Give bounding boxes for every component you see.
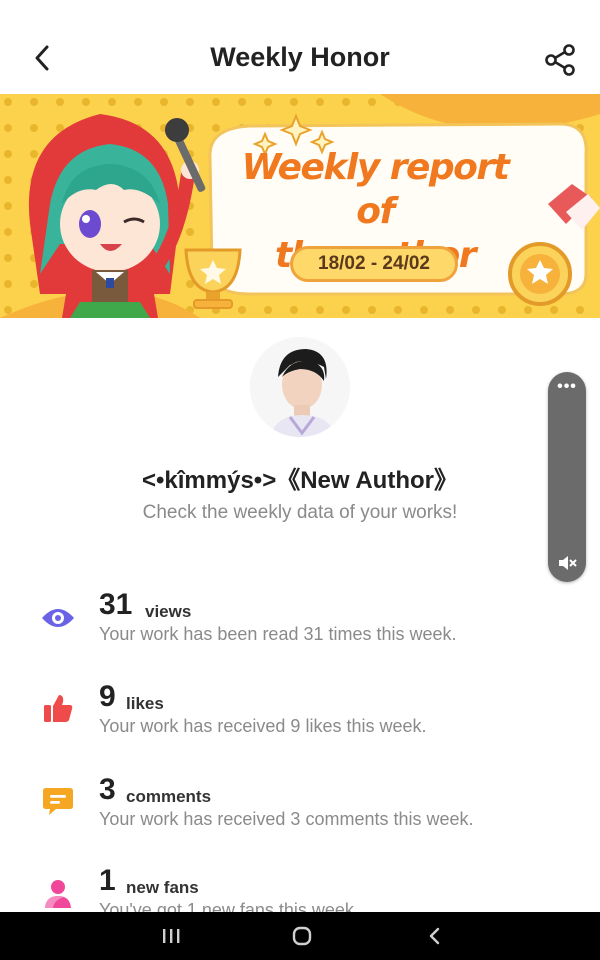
home-button[interactable]	[282, 924, 322, 948]
stat-value: 9	[99, 680, 116, 713]
recent-apps-button[interactable]	[151, 924, 191, 948]
eye-icon	[40, 600, 76, 636]
app-header: Weekly Honor	[0, 0, 600, 94]
stat-value: 31	[99, 588, 133, 621]
nav-back-button[interactable]	[414, 924, 454, 948]
stat-unit: likes	[126, 694, 164, 713]
nav-back-icon	[429, 927, 440, 945]
stat-comments: 3 comments Your work has received 3 comm…	[0, 775, 600, 855]
weekly-report-banner: Weekly report of the author 18/02 - 24/0…	[0, 94, 600, 318]
share-icon	[545, 44, 575, 76]
share-button[interactable]	[540, 40, 580, 80]
stat-unit: views	[145, 602, 192, 621]
fan-user-icon	[40, 876, 76, 912]
floating-side-widget[interactable]: •••	[548, 372, 586, 582]
stat-value: 3	[99, 773, 116, 806]
stat-likes: 9 likes Your work has received 9 likes t…	[0, 682, 600, 762]
thumbs-up-icon	[40, 690, 76, 726]
stat-description: Your work has received 3 comments this w…	[99, 809, 474, 829]
recent-apps-icon	[163, 929, 180, 943]
system-navigation-bar	[0, 912, 600, 960]
avatar[interactable]	[250, 337, 350, 437]
stat-views: 31 views Your work has been read 31 time…	[0, 590, 600, 670]
mute-icon[interactable]	[557, 554, 577, 572]
stat-unit: new fans	[126, 878, 199, 897]
page-subtitle: Check the weekly data of your works!	[142, 502, 458, 523]
page-title: Weekly Honor	[210, 42, 390, 72]
more-options-icon[interactable]: •••	[548, 379, 586, 395]
author-name: <•kîmmýs•>《New Author》	[142, 467, 458, 494]
comment-icon	[40, 783, 76, 819]
stat-description: Your work has received 9 likes this week…	[99, 716, 427, 736]
stat-description: Your work has been read 31 times this we…	[99, 624, 457, 644]
home-icon	[292, 926, 312, 946]
banner-headline-line1: Weekly report of	[241, 147, 510, 232]
date-range-badge: 18/02 - 24/02	[290, 246, 458, 282]
stat-unit: comments	[126, 787, 212, 806]
stat-value: 1	[99, 864, 116, 897]
author-photo	[250, 337, 350, 437]
